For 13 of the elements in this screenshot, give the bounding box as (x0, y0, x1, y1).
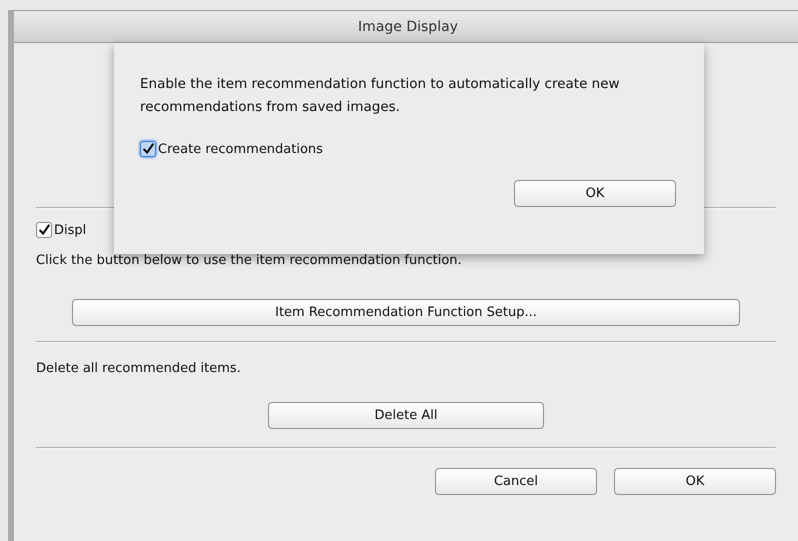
setup-button[interactable]: Item Recommendation Function Setup... (72, 299, 740, 326)
delete-all-button[interactable]: Delete All (268, 402, 544, 429)
window-title: Image Display (358, 18, 458, 34)
sheet-message: Enable the item recommendation function to automatically create new recommendations from saved images. (140, 75, 621, 117)
instruction-text: Click the button below to use the item recommendation function. (36, 253, 463, 268)
ok-button[interactable]: OK (614, 468, 776, 495)
cancel-button[interactable]: Cancel (435, 468, 597, 495)
checkbox[interactable] (140, 141, 156, 157)
checkbox-label: Create recommendations (158, 142, 323, 156)
checkbox[interactable] (36, 222, 52, 238)
instruction-text: Delete all recommended items. (36, 361, 242, 376)
checkbox-label: Displ (54, 222, 86, 238)
ok-button[interactable]: OK (514, 180, 676, 207)
